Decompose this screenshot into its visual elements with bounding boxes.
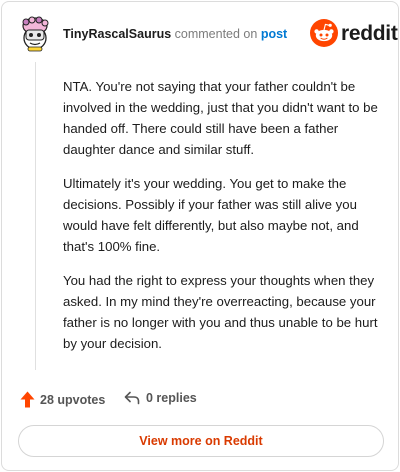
reddit-wordmark: reddit [341, 22, 398, 45]
reddit-logo-icon [310, 19, 338, 47]
comment-header: TinyRascalSaurus commented on post reddi… [2, 2, 400, 62]
reddit-logo[interactable]: reddit [310, 19, 398, 49]
reply-arrow-icon [124, 391, 140, 405]
post-link[interactable]: post [261, 27, 287, 41]
comment-body: NTA. You're not saying that your father … [63, 76, 381, 367]
snoo-avatar-icon[interactable] [19, 16, 51, 52]
upvote-count: 28 upvotes [40, 392, 106, 407]
upvote-button[interactable]: 28 upvotes [20, 391, 105, 408]
username-link[interactable]: TinyRascalSaurus [63, 27, 171, 41]
thread-line [35, 62, 36, 370]
comment-paragraph: NTA. You're not saying that your father … [63, 79, 378, 157]
comment-meta: TinyRascalSaurus commented on post [63, 27, 287, 41]
commented-on-text: commented on [174, 27, 258, 41]
comment-embed-card: TinyRascalSaurus commented on post reddi… [1, 1, 399, 471]
comment-paragraph: Ultimately it's your wedding. You get to… [63, 176, 359, 254]
replies-count: 0 replies [146, 391, 197, 405]
view-more-button[interactable]: View more on Reddit [18, 425, 384, 457]
comment-paragraph: You had the right to express your though… [63, 273, 378, 351]
replies-button[interactable]: 0 replies [124, 391, 197, 405]
upvote-arrow-icon [20, 391, 35, 408]
comment-actions: 28 upvotes 0 replies [20, 390, 380, 412]
